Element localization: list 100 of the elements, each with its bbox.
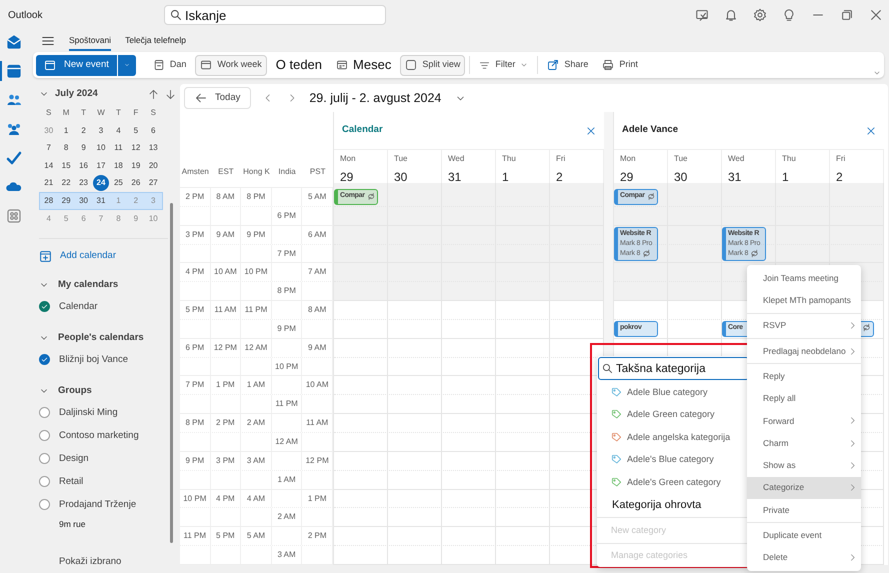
menu-item[interactable]: Show as (747, 454, 861, 477)
calendar-name[interactable]: Retail (59, 474, 84, 489)
calendar-day[interactable]: 13 (145, 140, 162, 156)
note-icon[interactable] (695, 8, 709, 22)
close-icon[interactable] (869, 8, 883, 22)
menu-item[interactable]: Duplicate event (747, 524, 861, 547)
calendar-day[interactable]: 12 (128, 140, 144, 156)
calendar-day[interactable]: 23 (76, 175, 92, 192)
checkbox[interactable] (39, 476, 50, 488)
calendar-day[interactable]: 10 (92, 140, 109, 156)
notification-icon[interactable] (724, 8, 738, 22)
calendar-day[interactable]: 21 (40, 175, 57, 192)
category-search-field[interactable]: Takšna kategorija (598, 357, 749, 380)
calendar-day[interactable]: 28 (40, 192, 57, 209)
calendar-day[interactable]: 25 (110, 175, 126, 192)
menu-item[interactable]: Reply all (747, 387, 861, 410)
close-button[interactable] (866, 126, 876, 136)
calendar-day[interactable]: 20 (145, 158, 162, 174)
view-button[interactable]: O teden (270, 54, 328, 76)
caret-icon[interactable] (873, 69, 881, 77)
calendar-day[interactable]: 8 (58, 140, 74, 156)
calendar-day[interactable]: 30 (76, 192, 92, 209)
calendar-day[interactable]: 5 (128, 122, 144, 139)
checkbox[interactable] (39, 499, 50, 510)
up-arrow-icon[interactable] (148, 88, 159, 100)
view-button[interactable]: Work week (195, 54, 267, 76)
calendar-day[interactable]: 3 (92, 122, 109, 139)
menu-item[interactable]: Categorize (747, 476, 861, 499)
menu-item[interactable]: RSVP (747, 314, 861, 337)
people-icon[interactable] (6, 92, 22, 108)
calendar-day[interactable]: 27 (145, 175, 162, 192)
groups-icon[interactable] (6, 121, 22, 137)
checkbox[interactable] (39, 301, 50, 312)
calendar-name[interactable]: Prodajand Trženje (59, 498, 136, 512)
checkmark-icon[interactable] (6, 150, 22, 166)
category-item[interactable]: Adele Green category (597, 404, 750, 426)
calendar-day[interactable]: 11 (110, 140, 126, 156)
category-item[interactable]: Kategorija ohrovta (597, 494, 750, 516)
menu-item[interactable]: Forward (747, 410, 861, 432)
category-item[interactable]: Adele's Green category (597, 471, 750, 494)
calendar-day[interactable]: 19 (128, 158, 144, 174)
calendar-day[interactable]: 9 (76, 140, 92, 156)
calendar-name[interactable]: Calendar (59, 300, 98, 314)
calendar-day[interactable]: 22 (58, 175, 74, 192)
calendar-day[interactable]: 24 (92, 175, 109, 192)
checkbox[interactable] (39, 453, 50, 464)
date-range[interactable]: 29. julij - 2. avgust 2024 (309, 88, 442, 108)
calendar-day[interactable]: 2 (76, 122, 92, 139)
category-item[interactable]: Adele angelska kategorija (597, 426, 750, 448)
menu-item[interactable]: Join Teams meeting (747, 267, 861, 290)
calendar-day[interactable]: 29 (58, 192, 74, 209)
calendar-day[interactable]: 17 (92, 158, 109, 174)
calendar-day[interactable]: 15 (58, 158, 74, 174)
category-item[interactable]: Adele's Blue category (597, 448, 750, 471)
calendar-name[interactable]: Contoso marketing (59, 428, 139, 443)
settings-icon[interactable] (753, 8, 767, 22)
calendar-icon[interactable] (6, 63, 22, 79)
show-selected-link[interactable]: Pokaži izbrano (37, 554, 122, 569)
search-field[interactable]: Iskanje (164, 5, 386, 25)
filter-button[interactable]: Filter (474, 54, 534, 76)
ribbon-tab[interactable]: Telečja telefnelp (125, 30, 186, 52)
menu-item[interactable]: Charm (747, 432, 861, 454)
menu-icon[interactable] (41, 34, 55, 48)
selected-week[interactable]: 28 29 30 31 1 2 3 (39, 192, 163, 210)
lightbulb-icon[interactable] (782, 8, 796, 22)
calendar-day[interactable]: 14 (40, 158, 57, 174)
calendar-name[interactable]: Design (59, 452, 89, 466)
calendar-day[interactable]: 31 (92, 192, 109, 209)
calendar-name[interactable]: Bližnji boj Vance (59, 352, 128, 367)
close-button[interactable] (586, 126, 596, 136)
calendar-day[interactable]: 16 (76, 158, 92, 174)
down-arrow-icon[interactable] (165, 88, 176, 100)
menu-item[interactable]: Klepet MTh pamopants (747, 289, 861, 312)
calendar-day[interactable]: 7 (40, 140, 57, 156)
today-button[interactable]: Today (184, 87, 252, 109)
print-button[interactable]: Print (597, 54, 643, 76)
group-name[interactable]: 9m rue (37, 518, 176, 531)
checkbox[interactable] (39, 430, 50, 442)
scrollbar[interactable] (170, 203, 173, 543)
calendar-name[interactable]: Daljinski Ming (59, 406, 118, 420)
category-item[interactable]: Adele Blue category (597, 381, 750, 404)
view-button[interactable]: Dan (148, 54, 192, 76)
calendar-day[interactable]: 26 (128, 175, 144, 192)
calendar-day[interactable]: 4 (110, 122, 126, 139)
menu-item[interactable]: Delete (747, 546, 861, 569)
menu-item[interactable]: Reply (747, 365, 861, 388)
checkbox[interactable] (39, 407, 50, 418)
calendar-day[interactable]: 6 (145, 122, 162, 139)
share-button[interactable]: Share (542, 54, 594, 76)
view-button[interactable]: Split view (400, 54, 466, 76)
menu-item[interactable]: Predlagaj neobdelano (747, 340, 861, 362)
add-calendar-link[interactable]: Add calendar (37, 247, 176, 266)
restore-icon[interactable] (840, 8, 854, 22)
menu-item[interactable]: Private (747, 498, 861, 522)
apps-icon[interactable] (6, 208, 22, 224)
checkbox[interactable] (39, 354, 50, 366)
view-button[interactable]: Mesec (331, 54, 396, 76)
calendar-day[interactable]: 1 (58, 122, 74, 139)
mail-icon[interactable] (6, 34, 22, 50)
calendar-day[interactable]: 18 (110, 158, 126, 174)
